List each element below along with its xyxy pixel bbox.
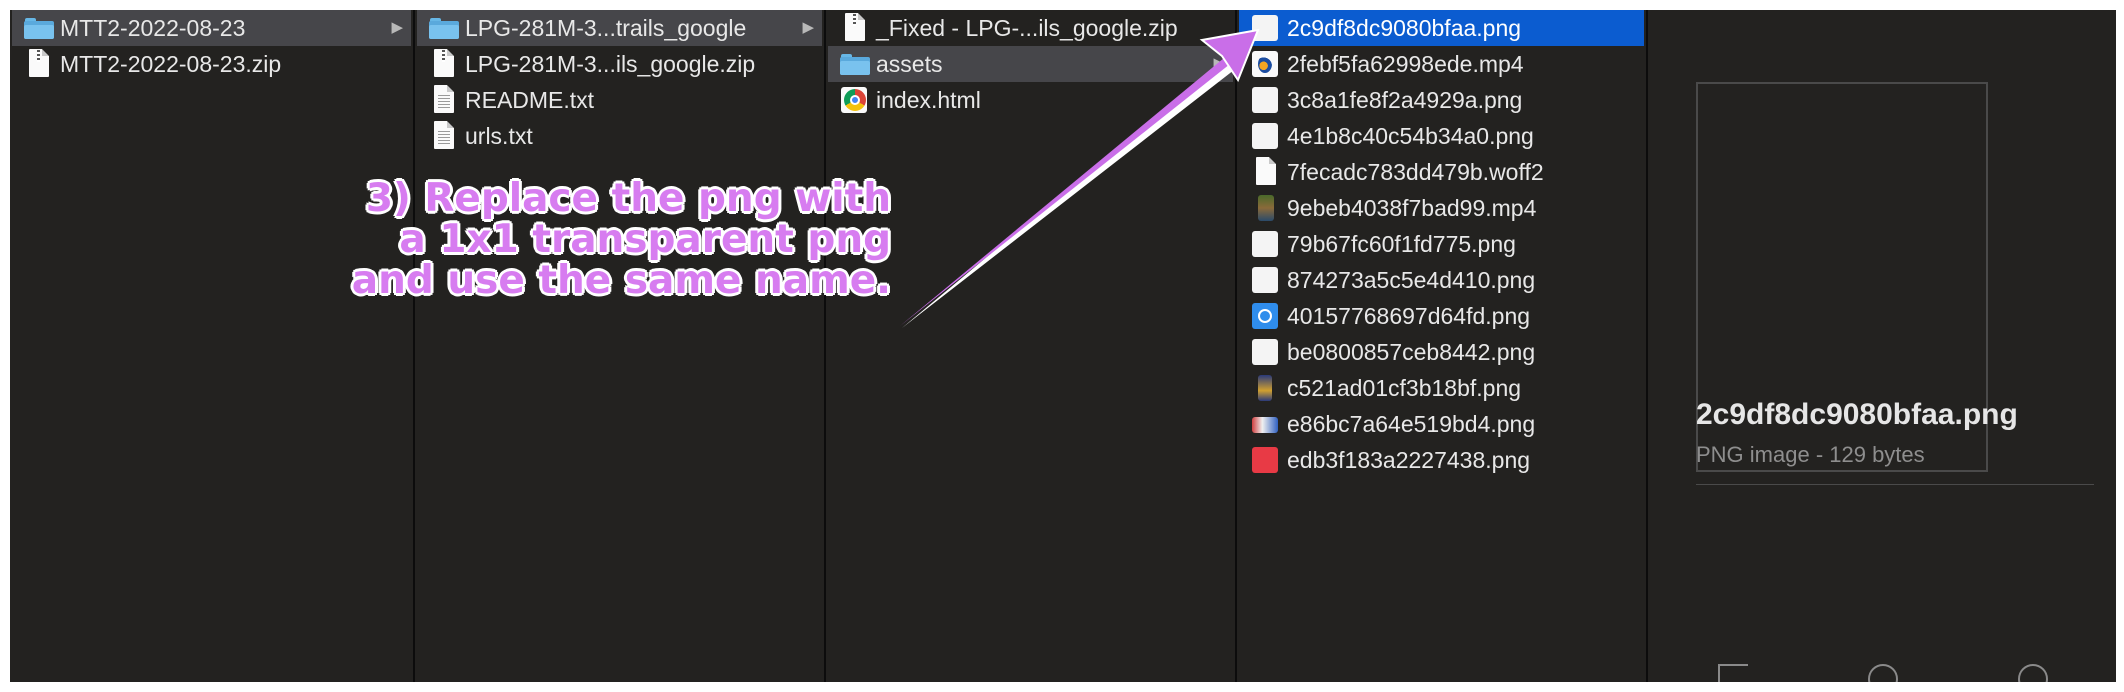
blank-file-icon xyxy=(1251,157,1281,187)
list-item-file[interactable]: c521ad01cf3b18bf.png xyxy=(1239,370,1644,406)
finder-column-view: MTT2-2022-08-23 ▶ MTT2-2022-08-23.zip LP… xyxy=(10,10,2116,682)
finder-column-4[interactable]: 2c9df8dc9080bfaa.png 2febf5fa62998ede.mp… xyxy=(1237,10,1648,682)
png-thumbnail-icon xyxy=(1251,337,1281,367)
item-label: 2febf5fa62998ede.mp4 xyxy=(1287,51,1524,77)
markup-icon[interactable] xyxy=(1868,664,1898,682)
text-file-icon xyxy=(429,121,459,151)
list-item-file[interactable]: 79b67fc60f1fd775.png xyxy=(1239,226,1644,262)
list-item-file[interactable]: 3c8a1fe8f2a4929a.png xyxy=(1239,82,1644,118)
zip-file-icon xyxy=(429,49,459,79)
item-label: 7fecadc783dd479b.woff2 xyxy=(1287,159,1544,185)
item-label: 874273a5c5e4d410.png xyxy=(1287,267,1536,293)
png-thumbnail-icon xyxy=(1251,13,1281,43)
item-label: LPG-281M-3...trails_google xyxy=(465,15,747,41)
preview-filename: 2c9df8dc9080bfaa.png xyxy=(1696,398,2018,431)
item-label: assets xyxy=(876,51,943,77)
list-item-file[interactable]: MTT2-2022-08-23.zip xyxy=(12,46,411,82)
item-label: edb3f183a2227438.png xyxy=(1287,447,1531,473)
list-item-file[interactable]: urls.txt xyxy=(417,118,822,154)
item-label: MTT2-2022-08-23 xyxy=(60,15,246,41)
item-label: 79b67fc60f1fd775.png xyxy=(1287,231,1516,257)
list-item-file[interactable]: 7fecadc783dd479b.woff2 xyxy=(1239,154,1644,190)
annotation-line: a 1x1 transparent png xyxy=(399,217,891,262)
item-label: e86bc7a64e519bd4.png xyxy=(1287,411,1536,437)
png-thumbnail-icon xyxy=(1251,265,1281,295)
item-label: MTT2-2022-08-23.zip xyxy=(60,51,282,77)
folder-icon xyxy=(840,49,870,79)
list-item-file[interactable]: README.txt xyxy=(417,82,822,118)
tall-image-thumbnail-icon xyxy=(1251,373,1281,403)
red-square-thumbnail-icon xyxy=(1251,445,1281,475)
preview-file-info: PNG image - 129 bytes xyxy=(1696,442,1925,467)
list-item-file[interactable]: _Fixed - LPG-...ils_google.zip xyxy=(828,10,1233,46)
list-item-file[interactable]: edb3f183a2227438.png xyxy=(1239,442,1644,478)
item-label: _Fixed - LPG-...ils_google.zip xyxy=(876,15,1178,41)
list-item-folder[interactable]: MTT2-2022-08-23 ▶ xyxy=(12,10,411,46)
item-label: LPG-281M-3...ils_google.zip xyxy=(465,51,756,77)
wide-image-thumbnail-icon xyxy=(1251,409,1281,439)
list-item-file[interactable]: be0800857ceb8442.png xyxy=(1239,334,1644,370)
item-label: 2c9df8dc9080bfaa.png xyxy=(1287,15,1522,41)
list-item-folder[interactable]: LPG-281M-3...trails_google ▶ xyxy=(417,10,822,46)
folder-icon xyxy=(24,13,54,43)
item-label: README.txt xyxy=(465,87,595,113)
preview-actions xyxy=(1718,664,2098,682)
list-item-file[interactable]: e86bc7a64e519bd4.png xyxy=(1239,406,1644,442)
list-item-folder[interactable]: assets ▶ xyxy=(828,46,1233,82)
video-thumbnail-icon xyxy=(1251,193,1281,223)
annotation-line: and use the same name. xyxy=(351,258,891,303)
chrome-html-icon xyxy=(840,85,870,115)
item-label: 9ebeb4038f7bad99.mp4 xyxy=(1287,195,1537,221)
png-thumbnail-icon xyxy=(1251,229,1281,259)
list-item-file[interactable]: 40157768697d64fd.png xyxy=(1239,298,1644,334)
finder-column-2[interactable]: LPG-281M-3...trails_google ▶ LPG-281M-3.… xyxy=(415,10,826,682)
list-item-file[interactable]: 874273a5c5e4d410.png xyxy=(1239,262,1644,298)
item-label: urls.txt xyxy=(465,123,533,149)
list-item-file[interactable]: 4e1b8c40c54b34a0.png xyxy=(1239,118,1644,154)
png-thumbnail-icon xyxy=(1251,121,1281,151)
zip-file-icon xyxy=(24,49,54,79)
finder-column-1[interactable]: MTT2-2022-08-23 ▶ MTT2-2022-08-23.zip xyxy=(10,10,415,682)
item-label: c521ad01cf3b18bf.png xyxy=(1287,375,1522,401)
list-item-selected[interactable]: 2c9df8dc9080bfaa.png xyxy=(1239,10,1644,46)
chevron-right-icon: ▶ xyxy=(1213,55,1225,72)
item-label: 4e1b8c40c54b34a0.png xyxy=(1287,123,1534,149)
list-item-file[interactable]: index.html xyxy=(828,82,1233,118)
item-label: be0800857ceb8442.png xyxy=(1287,339,1536,365)
item-label: 3c8a1fe8f2a4929a.png xyxy=(1287,87,1523,113)
item-label: 40157768697d64fd.png xyxy=(1287,303,1531,329)
video-file-icon xyxy=(1251,49,1281,79)
rotate-icon[interactable] xyxy=(1718,664,1748,682)
text-file-icon xyxy=(429,85,459,115)
annotation-line: 3) Replace the png with xyxy=(365,176,891,221)
finder-column-3[interactable]: _Fixed - LPG-...ils_google.zip assets ▶ … xyxy=(826,10,1237,682)
folder-icon xyxy=(429,13,459,43)
chevron-right-icon: ▶ xyxy=(391,19,403,36)
divider xyxy=(1696,484,2094,485)
tutorial-annotation: 3) Replace the png with a 1x1 transparen… xyxy=(352,178,891,301)
list-item-file[interactable]: 9ebeb4038f7bad99.mp4 xyxy=(1239,190,1644,226)
preview-pane: 2c9df8dc9080bfaa.png PNG image - 129 byt… xyxy=(1648,10,2116,682)
png-thumbnail-icon xyxy=(1251,85,1281,115)
app-store-icon xyxy=(1251,301,1281,331)
more-icon[interactable] xyxy=(2018,664,2048,682)
item-label: index.html xyxy=(876,87,981,113)
list-item-file[interactable]: LPG-281M-3...ils_google.zip xyxy=(417,46,822,82)
chevron-right-icon: ▶ xyxy=(802,19,814,36)
zip-file-icon xyxy=(840,13,870,43)
list-item-file[interactable]: 2febf5fa62998ede.mp4 xyxy=(1239,46,1644,82)
